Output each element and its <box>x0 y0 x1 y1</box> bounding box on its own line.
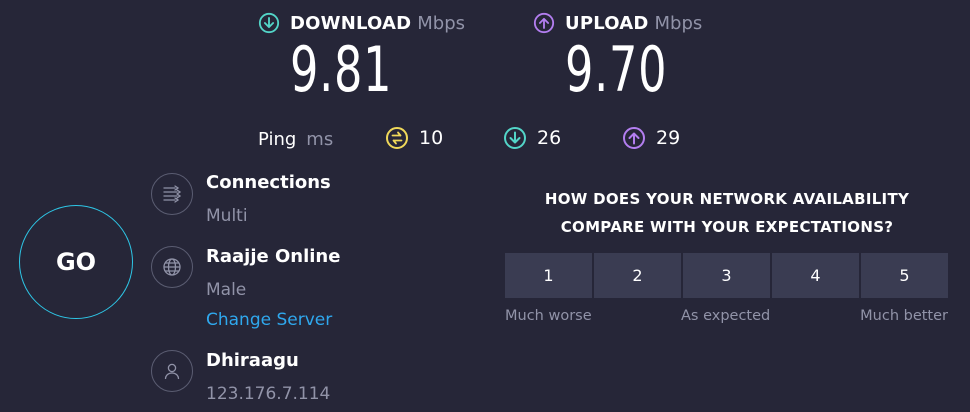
ping-upload-value: 29 <box>656 127 681 149</box>
ping-label-group: Ping ms <box>258 126 333 152</box>
connections-title: Connections <box>206 172 331 193</box>
download-arrow-icon <box>258 12 280 34</box>
ping-download-value: 26 <box>537 127 562 149</box>
ping-upload: 29 <box>622 124 680 152</box>
upload-speed-value: 9.70 <box>565 33 668 106</box>
rating-option-2[interactable]: 2 <box>594 253 681 298</box>
scale-mid-label: As expected <box>681 308 771 324</box>
provider-name: Dhiraagu <box>206 350 299 371</box>
rating-scale: 1 2 3 4 5 <box>505 253 948 298</box>
ping-idle: 10 <box>385 124 443 152</box>
download-latency-icon <box>504 127 526 149</box>
survey-question-line-1: HOW DOES YOUR NETWORK AVAILABILITY <box>544 190 910 208</box>
download-unit: Mbps <box>417 12 466 34</box>
scale-low-label: Much worse <box>505 308 592 324</box>
rating-option-3[interactable]: 3 <box>683 253 770 298</box>
ping-download: 26 <box>503 124 561 152</box>
ping-idle-value: 10 <box>419 127 444 149</box>
upload-unit: Mbps <box>654 12 703 34</box>
rating-option-4[interactable]: 4 <box>772 253 859 298</box>
upload-arrow-icon <box>533 12 555 34</box>
idle-ping-icon <box>386 127 408 149</box>
scale-high-label: Much better <box>860 308 948 324</box>
ping-unit: ms <box>306 128 334 150</box>
download-label: DOWNLOAD <box>290 12 412 34</box>
connections-mode: Multi <box>206 206 248 226</box>
survey-question: HOW DOES YOUR NETWORK AVAILABILITY COMPA… <box>506 185 948 241</box>
rating-option-1[interactable]: 1 <box>505 253 592 298</box>
globe-icon <box>151 246 193 288</box>
ip-address: 123.176.7.114 <box>206 384 331 404</box>
rating-option-5[interactable]: 5 <box>861 253 948 298</box>
server-location: Male <box>206 280 247 300</box>
go-button[interactable]: GO <box>19 205 133 319</box>
survey-question-line-2: COMPARE WITH YOUR EXPECTATIONS? <box>560 218 894 236</box>
download-speed-value: 9.81 <box>290 33 393 106</box>
upload-label: UPLOAD <box>565 12 649 34</box>
change-server-link[interactable]: Change Server <box>206 310 332 330</box>
user-icon <box>151 350 193 392</box>
upload-latency-icon <box>623 127 645 149</box>
ping-label: Ping <box>258 128 297 150</box>
server-name: Raajje Online <box>206 246 341 267</box>
connections-icon <box>151 173 193 215</box>
